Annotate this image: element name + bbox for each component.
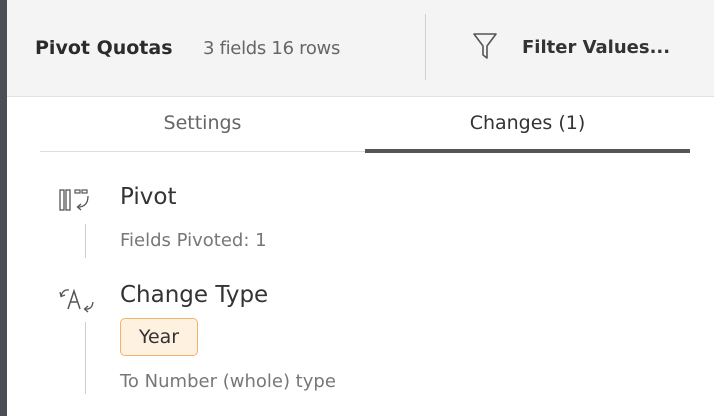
panel-left-border bbox=[0, 0, 7, 416]
tab-changes[interactable]: Changes (1) bbox=[365, 96, 690, 150]
tab-bar: Settings Changes (1) bbox=[40, 96, 690, 154]
change-type-icon bbox=[59, 288, 94, 313]
header-divider bbox=[425, 14, 426, 80]
change-detail-pivot: Fields Pivoted: 1 bbox=[120, 230, 267, 251]
timeline-line bbox=[85, 224, 86, 258]
step-header: Pivot Quotas 3 fields 16 rows Filter Val… bbox=[7, 0, 714, 97]
step-meta: 3 fields 16 rows bbox=[203, 38, 341, 59]
filter-values-label: Filter Values... bbox=[522, 37, 671, 58]
timeline-line bbox=[85, 322, 86, 394]
tab-settings[interactable]: Settings bbox=[40, 96, 365, 150]
change-title-pivot: Pivot bbox=[120, 184, 177, 210]
step-name: Pivot Quotas bbox=[35, 37, 173, 59]
change-item-change-type[interactable]: Change Type Year To Number (whole) type bbox=[50, 278, 650, 398]
pivot-icon bbox=[59, 189, 89, 211]
change-detail-change-type: To Number (whole) type bbox=[120, 371, 336, 392]
field-chip-year[interactable]: Year bbox=[120, 318, 198, 356]
filter-icon bbox=[473, 33, 497, 59]
change-title-change-type: Change Type bbox=[120, 282, 269, 308]
active-tab-indicator bbox=[365, 149, 690, 153]
change-item-pivot[interactable]: Pivot Fields Pivoted: 1 bbox=[50, 180, 650, 264]
filter-values-button[interactable]: Filter Values... bbox=[462, 30, 712, 66]
